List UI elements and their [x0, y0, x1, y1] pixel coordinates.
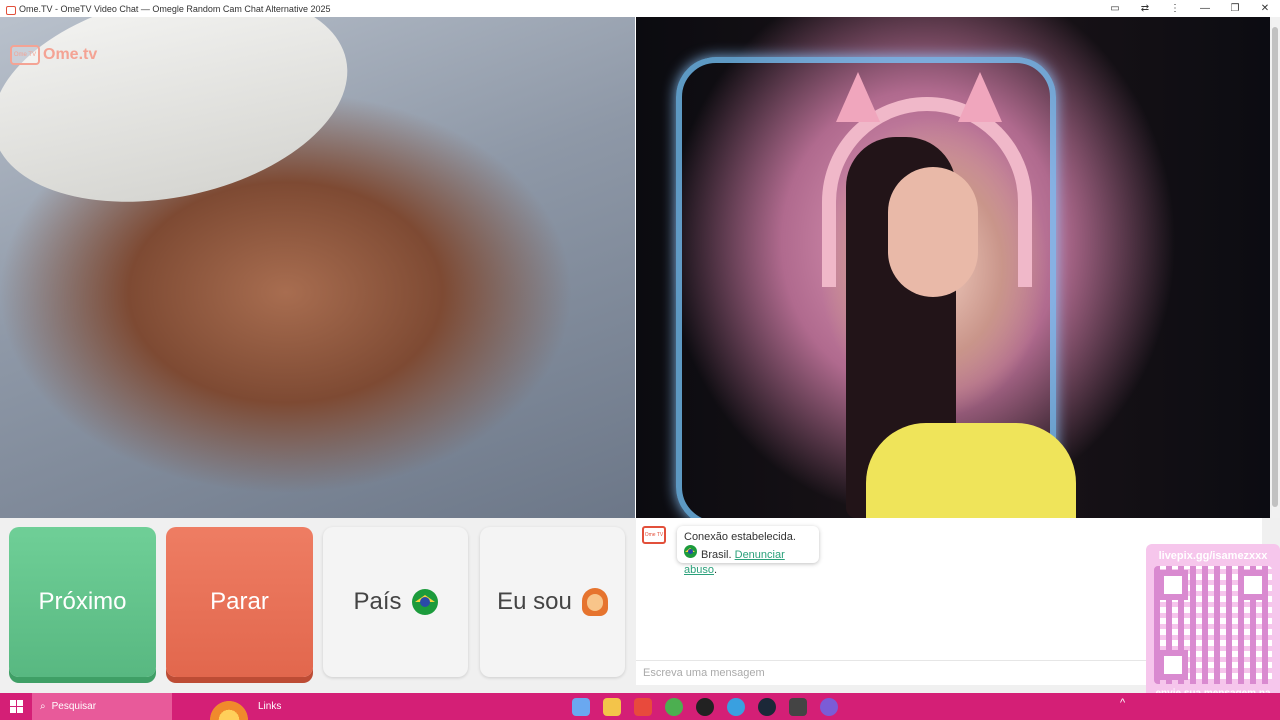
chrome-icon[interactable]	[665, 697, 683, 716]
media-app-icon[interactable]	[696, 697, 714, 716]
brazil-flag-icon	[684, 545, 697, 558]
search-placeholder: Pesquisar	[51, 701, 97, 712]
qr-code	[1154, 566, 1272, 684]
window-title: Ome.TV - OmeTV Video Chat — Omegle Rando…	[19, 3, 331, 14]
office-app-icon[interactable]	[634, 697, 652, 716]
control-panel: Próximo Parar País Eu sou Ome TV Conexão…	[0, 518, 1280, 693]
gender-button-label: Eu sou	[497, 588, 572, 615]
report-abuse-link[interactable]: Denunciar abuso	[684, 549, 785, 576]
camera-icon[interactable]: ▭	[1100, 0, 1130, 17]
country-button-label: País	[353, 588, 402, 615]
scrollbar-thumb[interactable]	[1272, 27, 1278, 507]
cat-ear-right	[958, 72, 1002, 122]
chrome-profile-icon[interactable]	[727, 697, 745, 716]
livepix-overlay: livepix.gg/isamezxxx envie sua mensagem …	[1146, 544, 1280, 718]
remote-video-feed	[636, 17, 1270, 518]
yellow-top	[866, 423, 1076, 518]
links-toolbar[interactable]: Links	[258, 701, 281, 712]
ometv-logo[interactable]: Ome TV Ome.tv	[10, 45, 97, 65]
ometv-logo-text: Ome.tv	[43, 46, 98, 63]
partner-country-line: Brasil. Denunciar abuso.	[684, 545, 812, 578]
file-explorer-icon[interactable]	[603, 697, 621, 716]
discord-icon[interactable]	[820, 697, 838, 716]
qr-finder	[1238, 570, 1268, 600]
search-highlight-icon[interactable]	[208, 693, 250, 720]
system-message-bubble: Conexão estabelecida. Brasil. Denunciar …	[677, 526, 819, 576]
obs-icon[interactable]	[789, 697, 807, 716]
ometv-avatar-icon: Ome TV	[642, 526, 666, 544]
livepix-url: livepix.gg/isamezxxx	[1158, 550, 1268, 562]
country-filter-button[interactable]: País	[323, 527, 468, 677]
search-icon: ⌕	[40, 701, 46, 712]
tray-overflow-icon[interactable]: ^	[1120, 697, 1125, 709]
ometv-favicon-icon	[5, 4, 16, 15]
restore-button[interactable]: ❐	[1220, 0, 1250, 17]
qr-finder	[1158, 570, 1188, 600]
start-button[interactable]	[0, 693, 32, 720]
next-button-label: Próximo	[38, 588, 127, 615]
connection-status: Conexão estabelecida.	[684, 531, 796, 543]
stop-button[interactable]: Parar	[166, 527, 313, 677]
qr-finder	[1158, 650, 1188, 680]
brazil-flag-icon	[411, 589, 438, 615]
taskbar-search[interactable]: ⌕ Pesquisar	[32, 693, 172, 720]
windows-taskbar: ⌕ Pesquisar Links ^	[0, 693, 1280, 720]
stop-button-label: Parar	[210, 588, 269, 615]
report-suffix: .	[713, 564, 718, 576]
taskbar-apps	[572, 693, 838, 720]
windows-logo-icon	[9, 700, 23, 713]
browser-title-bar: Ome.TV - OmeTV Video Chat — Omegle Rando…	[0, 0, 1280, 17]
copilot-icon[interactable]	[572, 697, 590, 716]
cat-ear-left	[836, 72, 880, 122]
translate-icon[interactable]: ⇄	[1130, 0, 1160, 17]
local-video-feed: Ome TV Ome.tv	[0, 17, 635, 518]
more-menu-icon[interactable]: ⋮	[1160, 0, 1190, 17]
close-button[interactable]: ✕	[1250, 0, 1280, 17]
next-button[interactable]: Próximo	[9, 527, 156, 677]
gender-select-button[interactable]: Eu sou	[480, 527, 625, 677]
page-scrollbar[interactable]	[1270, 17, 1280, 518]
ometv-logo-icon: Ome TV	[10, 45, 40, 65]
steam-icon[interactable]	[758, 697, 776, 716]
minimize-button[interactable]: —	[1190, 0, 1220, 17]
woman-emoji-icon	[581, 588, 608, 616]
partner-country: Brasil.	[701, 549, 732, 561]
